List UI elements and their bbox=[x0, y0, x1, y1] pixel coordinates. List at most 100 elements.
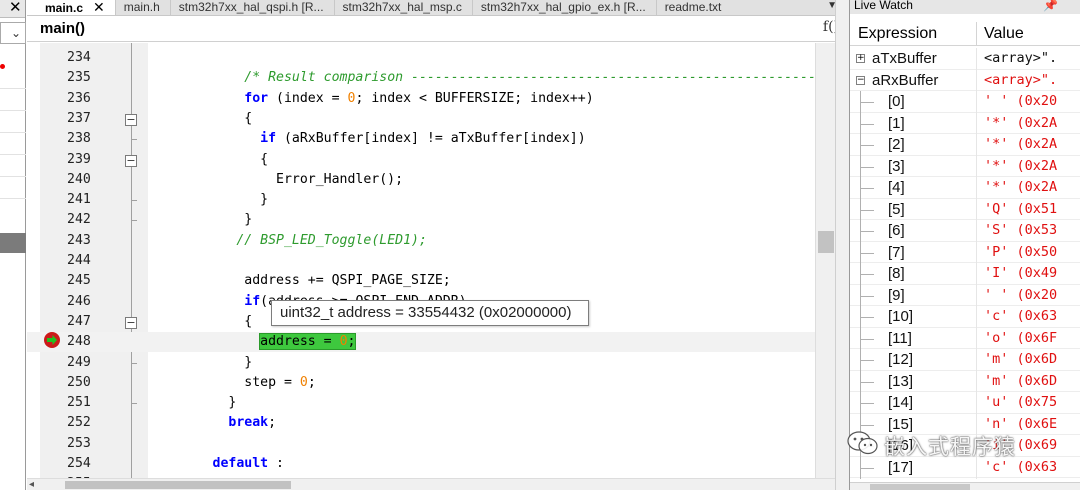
watch-row[interactable]: [14] 'u' (0x75 bbox=[850, 392, 1080, 414]
watch-expression[interactable]: aRxBuffer bbox=[872, 70, 938, 91]
code-text[interactable]: } bbox=[149, 393, 236, 413]
current-function-name[interactable]: main() bbox=[40, 20, 85, 37]
code-text[interactable]: /* Result comparison -------------------… bbox=[149, 68, 825, 88]
code-line[interactable]: 236 for (index = 0; index < BUFFERSIZE; … bbox=[27, 89, 825, 109]
watch-expression[interactable]: [6] bbox=[888, 220, 905, 241]
code-text[interactable]: // BSP_LED_Toggle(LED1); bbox=[149, 231, 427, 251]
column-header-expression[interactable]: Expression bbox=[858, 25, 937, 43]
code-line[interactable]: 238 if (aRxBuffer[index] != aTxBuffer[in… bbox=[27, 129, 825, 149]
watch-row[interactable]: [0] ' ' (0x20 bbox=[850, 91, 1080, 113]
function-navigation-bar[interactable]: main() f() bbox=[27, 17, 845, 42]
watch-row[interactable]: [8] 'I' (0x49 bbox=[850, 263, 1080, 285]
watch-row[interactable]: [9] ' ' (0x20 bbox=[850, 284, 1080, 307]
left-panel-dropdown[interactable]: ⌄ bbox=[0, 22, 26, 44]
line-number[interactable]: 248 bbox=[67, 332, 121, 352]
watch-value[interactable]: 'o' (0x6F bbox=[984, 328, 1057, 349]
code-text[interactable]: Error_Handler(); bbox=[149, 170, 403, 190]
code-text[interactable]: default : bbox=[149, 454, 284, 474]
code-line[interactable]: 249 } bbox=[27, 353, 825, 373]
line-number[interactable]: 247 bbox=[67, 312, 121, 332]
code-text[interactable]: { bbox=[149, 109, 252, 129]
code-text[interactable]: address += QSPI_PAGE_SIZE; bbox=[149, 271, 450, 291]
scrollbar-thumb[interactable] bbox=[870, 484, 970, 490]
fold-toggle-icon[interactable]: − bbox=[125, 316, 137, 329]
code-text[interactable]: break; bbox=[149, 413, 276, 433]
watch-row[interactable]: [13] 'm' (0x6D bbox=[850, 370, 1080, 393]
fold-toggle-icon[interactable]: − bbox=[125, 154, 137, 167]
watch-value[interactable]: '*' (0x2A bbox=[984, 177, 1057, 198]
expand-icon[interactable]: + bbox=[856, 54, 865, 63]
line-number[interactable]: 254 bbox=[67, 454, 121, 474]
watch-row[interactable]: [5] 'Q' (0x51 bbox=[850, 198, 1080, 221]
code-line[interactable]: 234 bbox=[27, 48, 825, 68]
watch-expression[interactable]: [7] bbox=[888, 242, 905, 263]
watch-value[interactable]: 'P' (0x50 bbox=[984, 242, 1057, 263]
code-line[interactable]: 244 bbox=[27, 251, 825, 271]
code-line[interactable]: 254 default : bbox=[27, 454, 825, 474]
line-number[interactable]: 245 bbox=[67, 271, 121, 291]
watch-row[interactable]: − aRxBuffer <array>". bbox=[850, 69, 1080, 92]
watch-row[interactable]: [7] 'P' (0x50 bbox=[850, 241, 1080, 264]
watch-value[interactable]: ' ' (0x20 bbox=[984, 285, 1057, 306]
line-number[interactable]: 249 bbox=[67, 353, 121, 373]
tab-main-c[interactable]: main.c ✕ bbox=[27, 0, 116, 15]
column-header-value[interactable]: Value bbox=[984, 25, 1024, 43]
watch-value[interactable]: '*' (0x2A bbox=[984, 156, 1057, 177]
code-line[interactable]: 239− { bbox=[27, 150, 825, 170]
line-number[interactable]: 240 bbox=[67, 170, 121, 190]
watch-value[interactable]: <array>". bbox=[984, 48, 1057, 69]
code-line[interactable]: 235 /* Result comparison ---------------… bbox=[27, 68, 825, 88]
tab-hal-qspi-h[interactable]: stm32h7xx_hal_qspi.h [R... bbox=[171, 0, 335, 15]
watch-expression[interactable]: [4] bbox=[888, 177, 905, 198]
watch-row[interactable]: + aTxBuffer <array>". bbox=[850, 48, 1080, 70]
line-number[interactable]: 238 bbox=[67, 129, 121, 149]
watch-value[interactable]: '*' (0x2A bbox=[984, 113, 1057, 134]
watch-expression[interactable]: [0] bbox=[888, 91, 905, 112]
scrollbar-thumb[interactable] bbox=[818, 231, 834, 253]
line-number[interactable]: 250 bbox=[67, 373, 121, 393]
column-separator[interactable] bbox=[976, 22, 977, 46]
editor-vertical-scrollbar[interactable] bbox=[815, 43, 835, 478]
watch-row[interactable]: [11] 'o' (0x6F bbox=[850, 327, 1080, 350]
watch-expression[interactable]: [12] bbox=[888, 349, 913, 370]
watch-expression[interactable]: [8] bbox=[888, 263, 905, 284]
line-number[interactable]: 236 bbox=[67, 89, 121, 109]
code-text[interactable]: address = 0; bbox=[149, 332, 357, 352]
watch-row[interactable]: [1] '*' (0x2A bbox=[850, 112, 1080, 135]
code-line[interactable]: 252 break; bbox=[27, 413, 825, 433]
watch-expression[interactable]: [11] bbox=[888, 328, 912, 349]
code-line[interactable]: 245 address += QSPI_PAGE_SIZE; bbox=[27, 271, 825, 291]
watch-value[interactable]: '*' (0x2A bbox=[984, 134, 1057, 155]
code-text[interactable]: step = 0; bbox=[149, 373, 316, 393]
code-line[interactable]: 237− { bbox=[27, 109, 825, 129]
tab-hal-gpio-ex-h[interactable]: stm32h7xx_hal_gpio_ex.h [R... bbox=[473, 0, 657, 15]
code-line[interactable]: 243 // BSP_LED_Toggle(LED1); bbox=[27, 231, 825, 251]
watch-row[interactable]: [3] '*' (0x2A bbox=[850, 155, 1080, 178]
watch-value[interactable]: 'c' (0x63 bbox=[984, 306, 1057, 327]
watch-value[interactable]: 'm' (0x6D bbox=[984, 371, 1057, 392]
scrollbar-thumb[interactable] bbox=[65, 481, 291, 489]
line-number[interactable]: 244 bbox=[67, 251, 121, 271]
watch-expression[interactable]: [3] bbox=[888, 156, 905, 177]
collapse-icon[interactable]: − bbox=[856, 75, 865, 85]
watch-expression[interactable]: [14] bbox=[888, 392, 913, 413]
watch-expression[interactable]: [13] bbox=[888, 371, 913, 392]
code-line[interactable]: 242 } bbox=[27, 210, 825, 230]
watch-row[interactable]: [10] 'c' (0x63 bbox=[850, 306, 1080, 328]
code-line[interactable]: 241 } bbox=[27, 190, 825, 210]
line-number[interactable]: 242 bbox=[67, 210, 121, 230]
tab-main-h[interactable]: main.h bbox=[116, 0, 171, 15]
line-number[interactable]: 241 bbox=[67, 190, 121, 210]
watch-value[interactable]: 'Q' (0x51 bbox=[984, 199, 1057, 220]
code-line[interactable]: 250 step = 0; bbox=[27, 373, 825, 393]
line-number[interactable]: 253 bbox=[67, 434, 121, 454]
watch-expression[interactable]: aTxBuffer bbox=[872, 48, 937, 69]
watch-row[interactable]: [4] '*' (0x2A bbox=[850, 177, 1080, 199]
watch-value[interactable]: 'S' (0x53 bbox=[984, 220, 1057, 241]
scroll-left-icon[interactable]: ◂ bbox=[29, 479, 34, 490]
watch-expression[interactable]: [10] bbox=[888, 306, 913, 327]
tab-hal-msp-c[interactable]: stm32h7xx_hal_msp.c bbox=[335, 0, 473, 15]
line-number[interactable]: 252 bbox=[67, 413, 121, 433]
watch-row[interactable]: [2] '*' (0x2A bbox=[850, 134, 1080, 156]
code-text[interactable]: } bbox=[149, 190, 268, 210]
